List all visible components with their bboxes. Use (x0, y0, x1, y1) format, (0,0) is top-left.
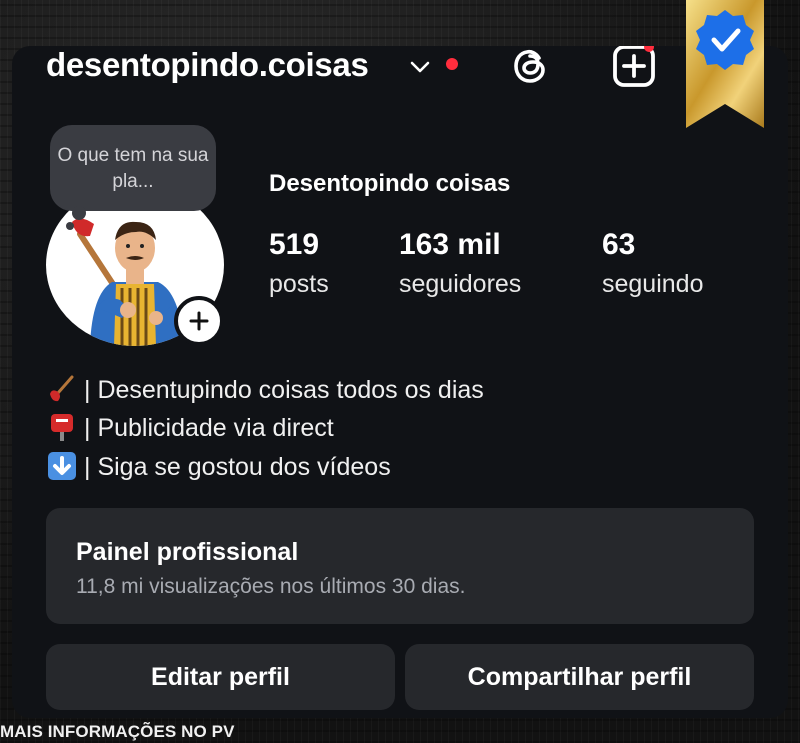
bio-line-2: | Publicidade via direct (46, 412, 334, 443)
followers-count[interactable]: 163 mil (399, 228, 501, 262)
profile-note-text: O que tem na sua pla... (57, 145, 209, 192)
following-label[interactable]: seguindo (602, 270, 703, 299)
footer-caption: MAIS INFORMAÇÕES NO PV (0, 722, 235, 741)
posts-count[interactable]: 519 (269, 228, 319, 262)
note-tail-small (66, 222, 74, 230)
threads-icon[interactable] (508, 46, 552, 88)
note-tail (72, 206, 86, 220)
create-post-icon[interactable] (610, 46, 658, 90)
top-bar: desentopindo.coisas (12, 46, 788, 106)
postbox-icon (51, 414, 73, 441)
following-count[interactable]: 63 (602, 228, 635, 262)
professional-dashboard[interactable]: Painel profissional 11,8 mi visualizaçõe… (46, 508, 754, 624)
chevron-down-icon[interactable] (407, 54, 433, 80)
edit-profile-button[interactable]: Editar perfil (46, 644, 395, 710)
professional-dashboard-title: Painel profissional (76, 538, 299, 566)
posts-label[interactable]: posts (269, 270, 329, 299)
followers-label[interactable]: seguidores (399, 270, 521, 299)
professional-dashboard-subtitle: 11,8 mi visualizações nos últimos 30 dia… (76, 575, 466, 598)
down-arrow-icon (48, 452, 76, 480)
verified-ribbon-icon (686, 0, 764, 128)
notification-dot (446, 58, 458, 70)
plunger-icon (50, 375, 74, 402)
plus-icon (189, 311, 209, 331)
share-profile-button[interactable]: Compartilhar perfil (405, 644, 754, 710)
add-story-button[interactable] (174, 296, 224, 346)
bio-line-1: | Desentupindo coisas todos os dias (46, 374, 484, 405)
username-switcher[interactable]: desentopindo.coisas (46, 46, 369, 84)
profile-note-bubble[interactable]: O que tem na sua pla... (50, 125, 216, 211)
profile-full-name: Desentopindo coisas (269, 170, 511, 197)
bio-line-3: | Siga se gostou dos vídeos (46, 451, 391, 482)
